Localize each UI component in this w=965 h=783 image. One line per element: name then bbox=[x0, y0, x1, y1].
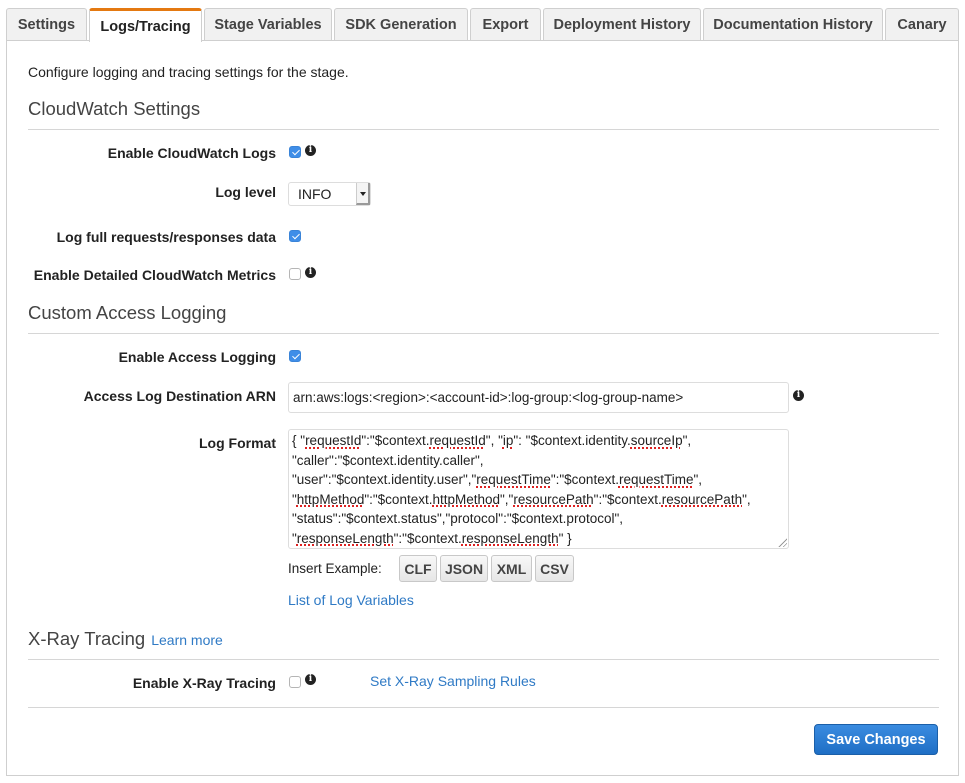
insert-clf-button[interactable]: CLF bbox=[399, 555, 437, 582]
format-text: ": "$context.identity. bbox=[513, 433, 631, 448]
format-text: ":"$context. bbox=[593, 491, 662, 507]
tab-settings[interactable]: Settings bbox=[6, 8, 87, 41]
misspelled-token: responseLength bbox=[296, 530, 394, 546]
detailed-metrics-label: Enable Detailed CloudWatch Metrics bbox=[33, 267, 276, 283]
misspelled-token: httpMethod bbox=[296, 491, 365, 507]
cloudwatch-settings-heading: CloudWatch Settings bbox=[28, 98, 201, 119]
enable-xray-label: Enable X-Ray Tracing bbox=[132, 675, 276, 691]
tab-sdk-generation[interactable]: SDK Generation bbox=[334, 8, 468, 41]
enable-access-logging-label: Enable Access Logging bbox=[118, 349, 276, 365]
misspelled-token: httpMethod bbox=[432, 491, 501, 507]
tab-deployment-history[interactable]: Deployment History bbox=[543, 8, 701, 41]
format-text: ":"$context. bbox=[361, 433, 430, 448]
format-text: ", bbox=[693, 472, 703, 487]
format-text: { " bbox=[292, 433, 306, 448]
log-level-select[interactable]: INFO bbox=[288, 182, 371, 206]
misspelled-token: ip bbox=[502, 433, 514, 448]
misspelled-token: requestId bbox=[305, 433, 362, 448]
chevron-down-icon bbox=[356, 183, 370, 205]
format-text: " } bbox=[558, 530, 572, 546]
log-format-line: "httpMethod":"$context.httpMethod","reso… bbox=[292, 490, 785, 510]
log-format-label: Log Format bbox=[199, 435, 276, 451]
save-changes-button[interactable]: Save Changes bbox=[814, 724, 938, 755]
stage-tabs: Settings Logs/Tracing Stage Variables SD… bbox=[6, 8, 959, 42]
enable-xray-checkbox[interactable] bbox=[289, 676, 301, 688]
log-format-line: { "requestId":"$context.requestId", "ip"… bbox=[292, 431, 785, 451]
log-format-line: "caller":"$context.identity.caller", bbox=[292, 451, 785, 471]
misspelled-token: resourcePath bbox=[661, 491, 743, 507]
misspelled-token: requestTime bbox=[618, 472, 694, 487]
tab-export[interactable]: Export bbox=[470, 8, 541, 41]
tab-logs-tracing[interactable]: Logs/Tracing bbox=[89, 8, 202, 42]
log-full-requests-label: Log full requests/responses data bbox=[56, 229, 276, 245]
format-text: "status":"$context.status","protocol":"$… bbox=[292, 511, 624, 526]
custom-access-logging-heading: Custom Access Logging bbox=[28, 302, 227, 323]
log-format-line: "user":"$context.identity.user","request… bbox=[292, 470, 785, 490]
tab-documentation-history[interactable]: Documentation History bbox=[703, 8, 883, 41]
detailed-metrics-checkbox[interactable] bbox=[289, 268, 301, 280]
divider bbox=[28, 129, 939, 130]
log-full-requests-checkbox[interactable] bbox=[289, 230, 301, 242]
set-xray-sampling-rules-link[interactable]: Set X-Ray Sampling Rules bbox=[370, 673, 536, 689]
divider bbox=[28, 659, 939, 660]
info-icon[interactable]: i bbox=[793, 390, 804, 401]
xray-tracing-title: X-Ray Tracing bbox=[28, 628, 146, 649]
info-icon[interactable]: i bbox=[305, 674, 316, 685]
info-icon[interactable]: i bbox=[305, 145, 316, 156]
divider bbox=[28, 707, 939, 708]
enable-access-logging-checkbox[interactable] bbox=[289, 350, 301, 362]
list-of-log-variables-link[interactable]: List of Log Variables bbox=[288, 592, 414, 608]
format-text: "caller":"$context.identity.caller", bbox=[292, 452, 484, 468]
logs-tracing-panel: Configure logging and tracing settings f… bbox=[6, 40, 959, 776]
format-text: ", bbox=[742, 491, 751, 507]
xray-tracing-heading: X-Ray Tracing Learn more bbox=[28, 628, 223, 650]
misspelled-token: sourceIp bbox=[630, 433, 683, 448]
tab-stage-variables[interactable]: Stage Variables bbox=[204, 8, 332, 41]
learn-more-link[interactable]: Learn more bbox=[151, 632, 223, 648]
format-text: ", bbox=[682, 433, 692, 448]
format-text: ":"$context. bbox=[550, 472, 619, 487]
log-level-value: INFO bbox=[298, 186, 332, 202]
insert-json-button[interactable]: JSON bbox=[440, 555, 488, 582]
log-format-line: "status":"$context.status","protocol":"$… bbox=[292, 509, 785, 529]
log-format-textarea[interactable]: { "requestId":"$context.requestId", "ip"… bbox=[288, 429, 789, 549]
enable-cloudwatch-logs-checkbox[interactable] bbox=[289, 146, 301, 158]
misspelled-token: resourcePath bbox=[513, 491, 594, 507]
insert-csv-button[interactable]: CSV bbox=[535, 555, 574, 582]
info-icon[interactable]: i bbox=[305, 267, 316, 278]
log-format-line: "responseLength":"$context.responseLengt… bbox=[292, 529, 785, 549]
format-text: "," bbox=[500, 491, 514, 507]
insert-xml-button[interactable]: XML bbox=[491, 555, 532, 582]
misspelled-token: requestTime bbox=[476, 472, 551, 487]
log-level-label: Log level bbox=[215, 184, 276, 200]
intro-text: Configure logging and tracing settings f… bbox=[28, 64, 349, 80]
format-text: ", " bbox=[485, 433, 503, 448]
format-text: ":"$context. bbox=[393, 530, 462, 546]
tab-canary[interactable]: Canary bbox=[885, 8, 959, 41]
insert-example-label: Insert Example: bbox=[288, 561, 382, 576]
divider bbox=[28, 333, 939, 334]
misspelled-token: responseLength bbox=[461, 530, 559, 546]
misspelled-token: requestId bbox=[429, 433, 486, 448]
format-text: ":"$context. bbox=[364, 491, 433, 507]
enable-cloudwatch-logs-label: Enable CloudWatch Logs bbox=[107, 145, 276, 161]
access-log-arn-input[interactable] bbox=[288, 382, 789, 413]
access-log-arn-label: Access Log Destination ARN bbox=[83, 388, 276, 404]
format-text: "user":"$context.identity.user"," bbox=[292, 472, 477, 487]
